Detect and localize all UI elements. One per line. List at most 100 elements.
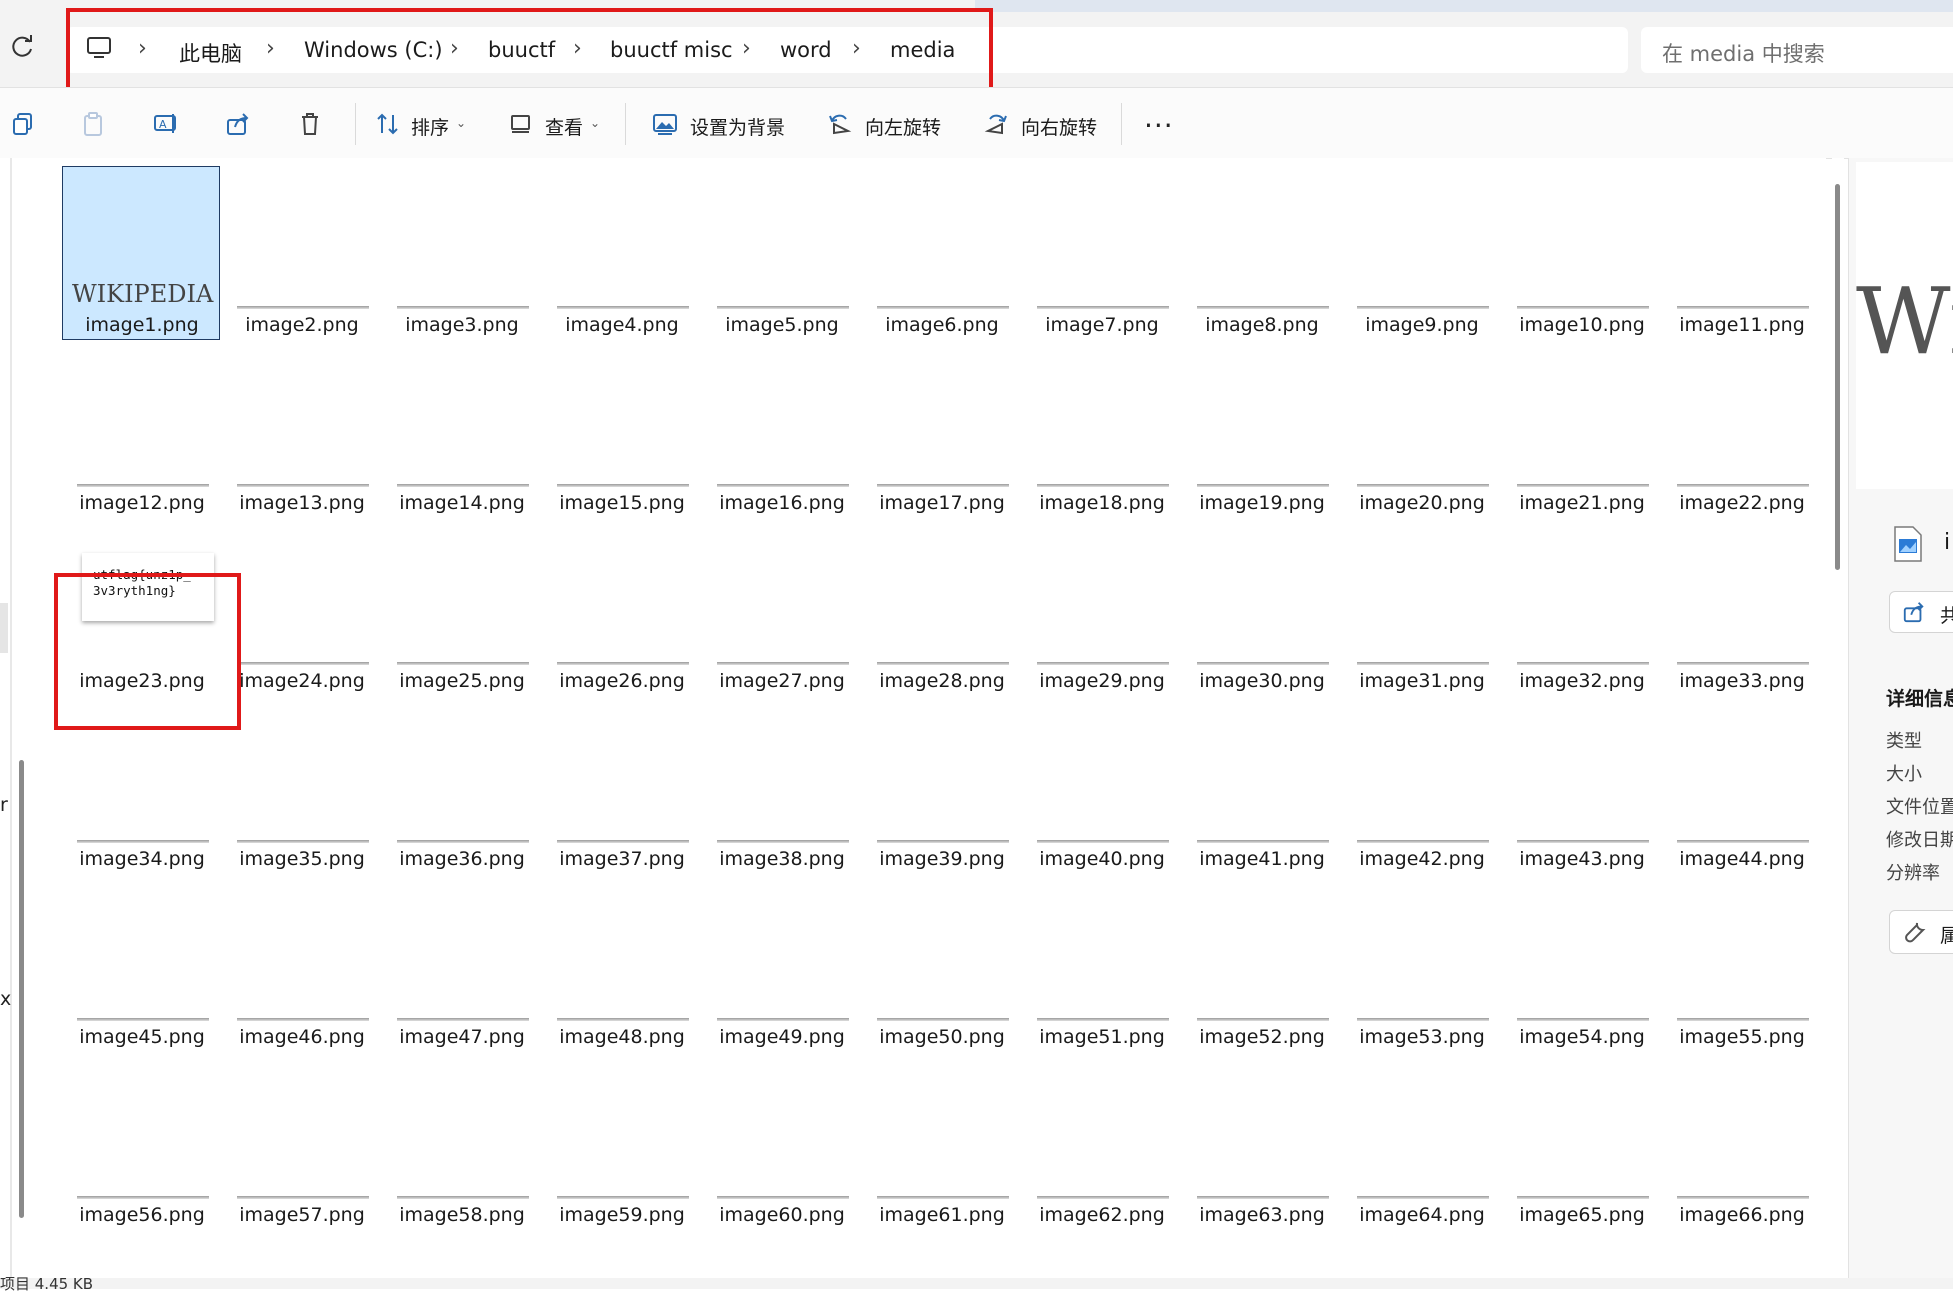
file-tile[interactable]: image27.png — [702, 522, 860, 696]
chevron-down-icon[interactable]: ⌄ — [456, 116, 466, 130]
breadcrumb-this-pc[interactable]: 此电脑 — [179, 38, 242, 68]
delete-icon[interactable] — [297, 111, 323, 137]
file-tile[interactable]: image51.png — [1022, 878, 1180, 1052]
file-tile[interactable]: image65.png — [1502, 1056, 1660, 1230]
share-icon[interactable] — [1902, 600, 1926, 624]
file-tile[interactable]: image11.png — [1662, 166, 1820, 340]
search-input[interactable]: 在 media 中搜索 — [1662, 38, 1825, 68]
nav-scrollbar-thumb[interactable] — [19, 760, 24, 1218]
file-tile[interactable]: image29.png — [1022, 522, 1180, 696]
file-tile[interactable]: image44.png — [1662, 700, 1820, 874]
wrench-icon[interactable] — [1903, 920, 1927, 944]
file-tile[interactable]: image7.png — [1022, 166, 1180, 340]
file-tile[interactable]: image36.png — [382, 700, 540, 874]
file-tile[interactable]: image35.png — [222, 700, 380, 874]
breadcrumb-separator[interactable]: › — [742, 36, 751, 61]
share-icon[interactable] — [225, 111, 251, 137]
file-tile[interactable]: image49.png — [702, 878, 860, 1052]
breadcrumb-separator[interactable]: › — [138, 36, 147, 61]
file-tile[interactable]: image58.png — [382, 1056, 540, 1230]
chevron-down-icon[interactable]: ⌄ — [590, 116, 600, 130]
file-tile[interactable]: image59.png — [542, 1056, 700, 1230]
file-tile[interactable]: image47.png — [382, 878, 540, 1052]
file-tile[interactable]: image34.png — [62, 700, 220, 874]
file-tile[interactable]: image32.png — [1502, 522, 1660, 696]
file-tile[interactable]: image56.png — [62, 1056, 220, 1230]
file-tile[interactable]: image66.png — [1662, 1056, 1820, 1230]
file-tile[interactable]: image42.png — [1342, 700, 1500, 874]
file-tile[interactable]: image41.png — [1182, 700, 1340, 874]
file-tile[interactable]: image37.png — [542, 700, 700, 874]
file-tile[interactable]: image5.png — [702, 166, 860, 340]
file-tile[interactable]: image39.png — [862, 700, 1020, 874]
refresh-icon[interactable] — [8, 34, 38, 64]
file-tile[interactable]: image63.png — [1182, 1056, 1340, 1230]
breadcrumb-separator[interactable]: › — [266, 36, 275, 61]
view-button[interactable]: 查看 — [545, 113, 583, 140]
breadcrumb-separator[interactable]: › — [573, 36, 582, 61]
file-tile[interactable]: image52.png — [1182, 878, 1340, 1052]
grid-scrollbar-thumb[interactable] — [1835, 184, 1840, 570]
paste-icon[interactable] — [80, 111, 106, 137]
breadcrumb-media[interactable]: media — [890, 38, 955, 62]
breadcrumb-separator[interactable]: › — [852, 36, 861, 61]
file-tile[interactable]: image6.png — [862, 166, 1020, 340]
breadcrumb-word[interactable]: word — [780, 38, 832, 62]
address-bar[interactable] — [66, 27, 1628, 73]
file-tile[interactable]: image55.png — [1662, 878, 1820, 1052]
set-as-background-button[interactable]: 设置为背景 — [690, 113, 785, 140]
file-tile[interactable]: image30.png — [1182, 522, 1340, 696]
file-tile[interactable]: image54.png — [1502, 878, 1660, 1052]
rename-icon[interactable]: A — [153, 111, 179, 137]
file-tile[interactable]: image20.png — [1342, 344, 1500, 518]
file-tile[interactable]: image3.png — [382, 166, 540, 340]
rotate-right-button[interactable]: 向右旋转 — [1021, 113, 1097, 140]
breadcrumb-separator[interactable]: › — [450, 36, 459, 61]
file-tile[interactable]: utflag{unz1p_ 3v3ryth1ng} image23.png — [62, 522, 220, 696]
file-tile[interactable]: image25.png — [382, 522, 540, 696]
file-tile[interactable]: image28.png — [862, 522, 1020, 696]
file-tile[interactable]: image38.png — [702, 700, 860, 874]
file-tile[interactable]: image64.png — [1342, 1056, 1500, 1230]
file-tile[interactable]: image2.png — [222, 166, 380, 340]
rotate-right-icon[interactable] — [984, 111, 1010, 137]
file-tile[interactable]: image15.png — [542, 344, 700, 518]
file-tile[interactable]: image48.png — [542, 878, 700, 1052]
file-tile[interactable]: image31.png — [1342, 522, 1500, 696]
file-tile[interactable]: image22.png — [1662, 344, 1820, 518]
file-tile[interactable]: image21.png — [1502, 344, 1660, 518]
set-background-icon[interactable] — [652, 111, 678, 137]
file-tile[interactable]: image17.png — [862, 344, 1020, 518]
file-tile[interactable]: image13.png — [222, 344, 380, 518]
sort-icon[interactable] — [375, 111, 401, 137]
copy-icon[interactable] — [10, 111, 36, 137]
file-tile[interactable]: image60.png — [702, 1056, 860, 1230]
breadcrumb-buuctf-misc[interactable]: buuctf misc — [610, 38, 733, 62]
file-tile[interactable]: image12.png — [62, 344, 220, 518]
file-tile[interactable]: image53.png — [1342, 878, 1500, 1052]
file-tile[interactable]: image19.png — [1182, 344, 1340, 518]
file-tile[interactable]: image16.png — [702, 344, 860, 518]
properties-label[interactable]: 属 — [1940, 921, 1953, 948]
file-tile[interactable]: image18.png — [1022, 344, 1180, 518]
file-tile[interactable]: image33.png — [1662, 522, 1820, 696]
share-label[interactable]: 共 — [1940, 601, 1953, 628]
file-tile[interactable]: image50.png — [862, 878, 1020, 1052]
file-tile[interactable]: image40.png — [1022, 700, 1180, 874]
nav-item-fragment[interactable]: x — [0, 988, 11, 1010]
file-tile[interactable]: image10.png — [1502, 166, 1660, 340]
rotate-left-button[interactable]: 向左旋转 — [865, 113, 941, 140]
file-tile[interactable]: image26.png — [542, 522, 700, 696]
view-icon[interactable] — [508, 111, 534, 137]
file-tile[interactable]: image61.png — [862, 1056, 1020, 1230]
file-tile[interactable]: image24.png — [222, 522, 380, 696]
file-tile[interactable]: image62.png — [1022, 1056, 1180, 1230]
breadcrumb-drive-c[interactable]: Windows (C:) — [304, 38, 443, 62]
file-tile[interactable]: image14.png — [382, 344, 540, 518]
rotate-left-icon[interactable] — [826, 111, 852, 137]
file-tile[interactable]: image9.png — [1342, 166, 1500, 340]
file-tile[interactable]: image57.png — [222, 1056, 380, 1230]
file-tile[interactable]: image43.png — [1502, 700, 1660, 874]
breadcrumb-buuctf[interactable]: buuctf — [488, 38, 555, 62]
file-tile[interactable]: image45.png — [62, 878, 220, 1052]
